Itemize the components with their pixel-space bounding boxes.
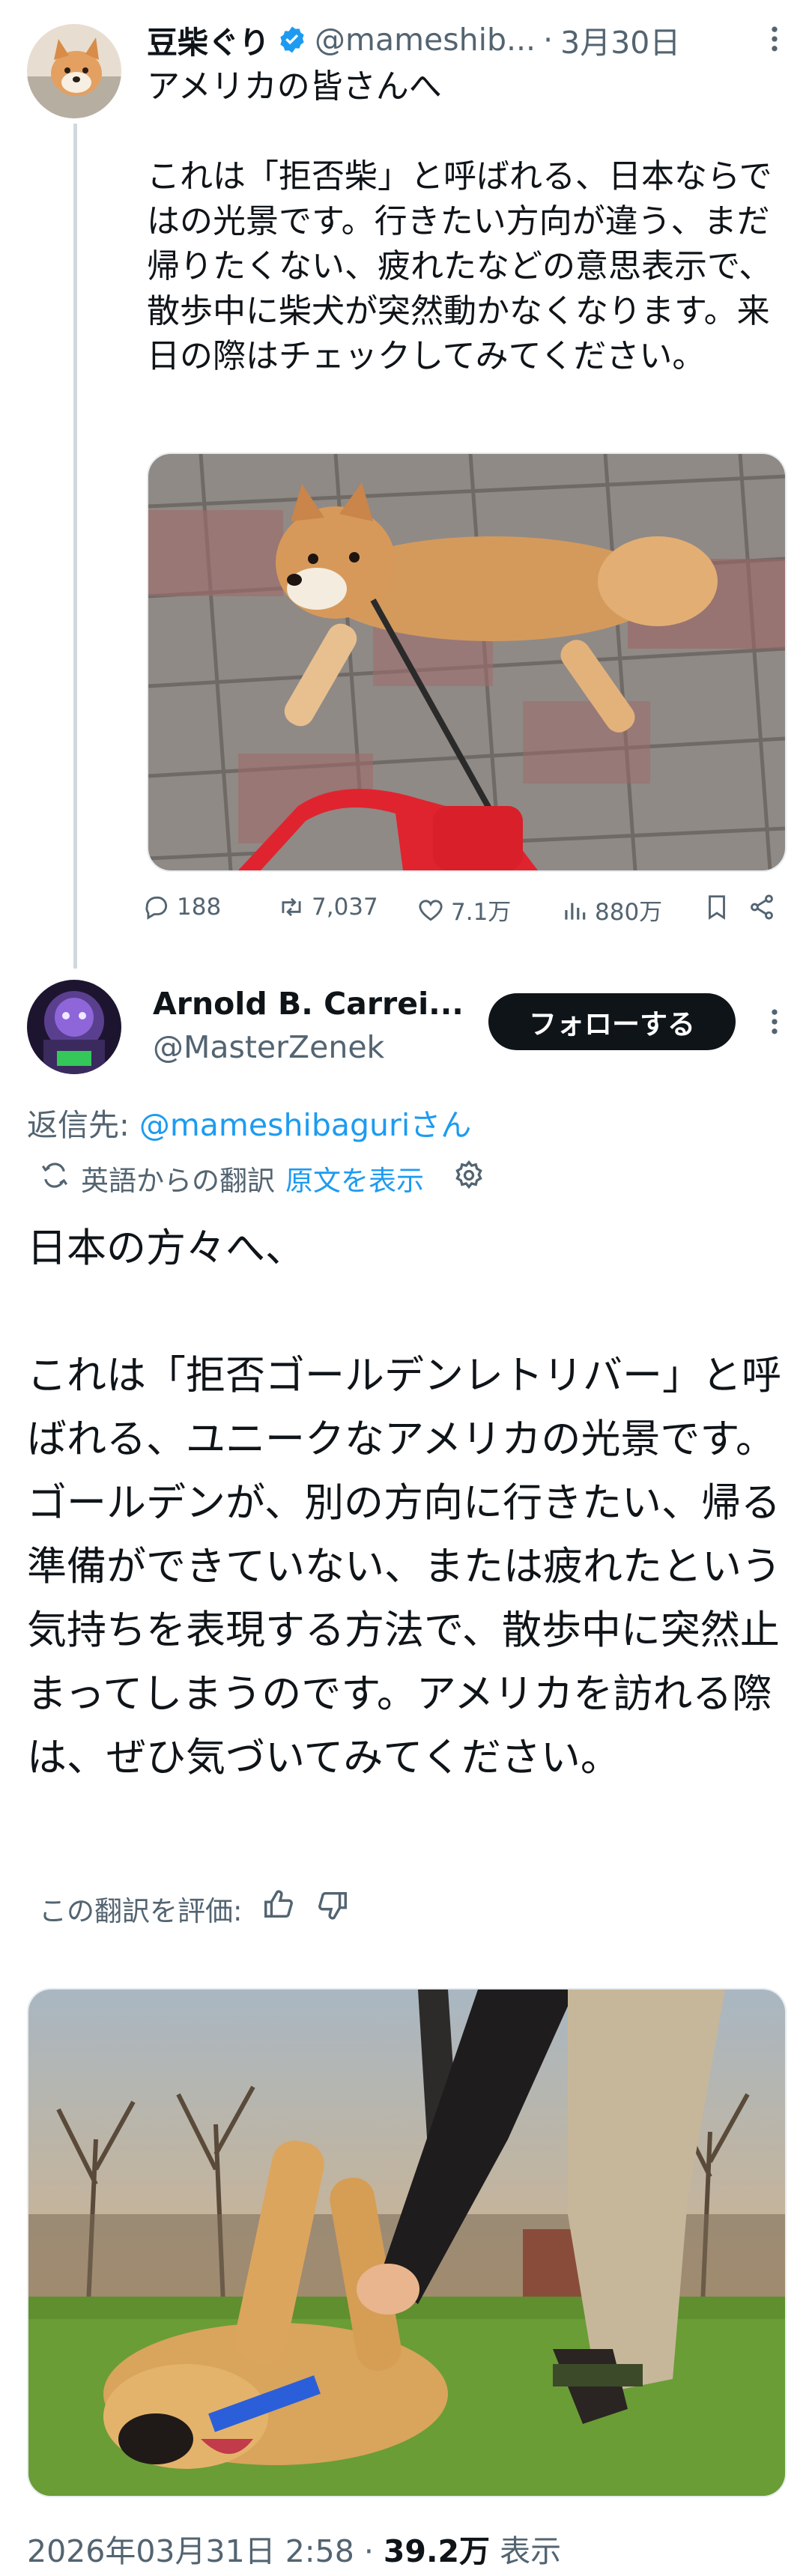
reply-count: 188 xyxy=(177,894,222,921)
reply-author-name[interactable]: Arnold B. Carrei... xyxy=(153,986,464,1022)
post-timestamp[interactable]: 2026年03月31日 2:58 · xyxy=(27,2533,384,2569)
like-metric[interactable]: 7.1万 xyxy=(416,893,511,927)
bar-chart-icon xyxy=(565,903,586,920)
views-count: 880万 xyxy=(595,899,663,926)
reply-author-handle[interactable]: @MasterZenek xyxy=(153,1029,384,1065)
reply-text: 日本の方々へ、 これは「拒否ゴールデンレトリバー」と呼ばれる、ユニークなアメリカ… xyxy=(27,1225,781,1781)
thread-connector-line xyxy=(73,124,77,969)
verified-badge-icon xyxy=(277,25,307,55)
reply-image[interactable] xyxy=(27,1988,787,2497)
retweet-icon xyxy=(282,897,301,917)
rate-translation-label: この翻訳を評価: xyxy=(39,1894,243,1927)
author-handle[interactable]: @mameshib... xyxy=(315,22,536,58)
retweet-metric[interactable]: 7,037 xyxy=(277,893,378,921)
views-metric[interactable]: 880万 xyxy=(560,893,662,927)
author-avatar[interactable] xyxy=(27,24,121,118)
heart-icon xyxy=(419,899,443,921)
reply-author-avatar[interactable] xyxy=(27,980,121,1074)
tweet-image[interactable] xyxy=(147,452,787,872)
reply-to-handle-link[interactable]: @mameshibaguriさん xyxy=(139,1107,471,1143)
reply-to-label: 返信先: xyxy=(27,1107,139,1143)
show-original-link[interactable]: 原文を表示 xyxy=(285,1158,424,1198)
bookmark-icon[interactable] xyxy=(703,893,731,921)
translate-icon xyxy=(39,1160,70,1198)
share-icon[interactable] xyxy=(748,893,776,921)
gear-icon[interactable] xyxy=(452,1159,485,1198)
thumbs-up-icon[interactable] xyxy=(261,1888,296,1929)
views-count-bold: 39.2万 xyxy=(383,2533,491,2569)
follow-button[interactable]: フォローする xyxy=(488,993,736,1050)
tweet-date[interactable]: 3月30日 xyxy=(560,17,680,62)
reply-metric[interactable]: 188 xyxy=(142,893,221,921)
translated-from-label: 英語からの翻訳 xyxy=(81,1165,275,1197)
thumbs-down-icon[interactable] xyxy=(315,1888,350,1929)
more-horizontal-icon[interactable] xyxy=(758,22,791,55)
like-count: 7.1万 xyxy=(451,899,512,926)
retweet-count: 7,037 xyxy=(312,894,378,921)
reply-icon xyxy=(145,896,168,920)
tweet-text: アメリカの皆さんへ これは「拒否柴」と呼ばれる、日本ならではの光景です。行きたい… xyxy=(147,67,772,375)
views-label: 表示 xyxy=(490,2533,562,2569)
separator-dot: · xyxy=(543,22,554,58)
author-name[interactable]: 豆柴ぐり xyxy=(147,17,270,62)
reply-more-horizontal-icon[interactable] xyxy=(758,1005,791,1038)
